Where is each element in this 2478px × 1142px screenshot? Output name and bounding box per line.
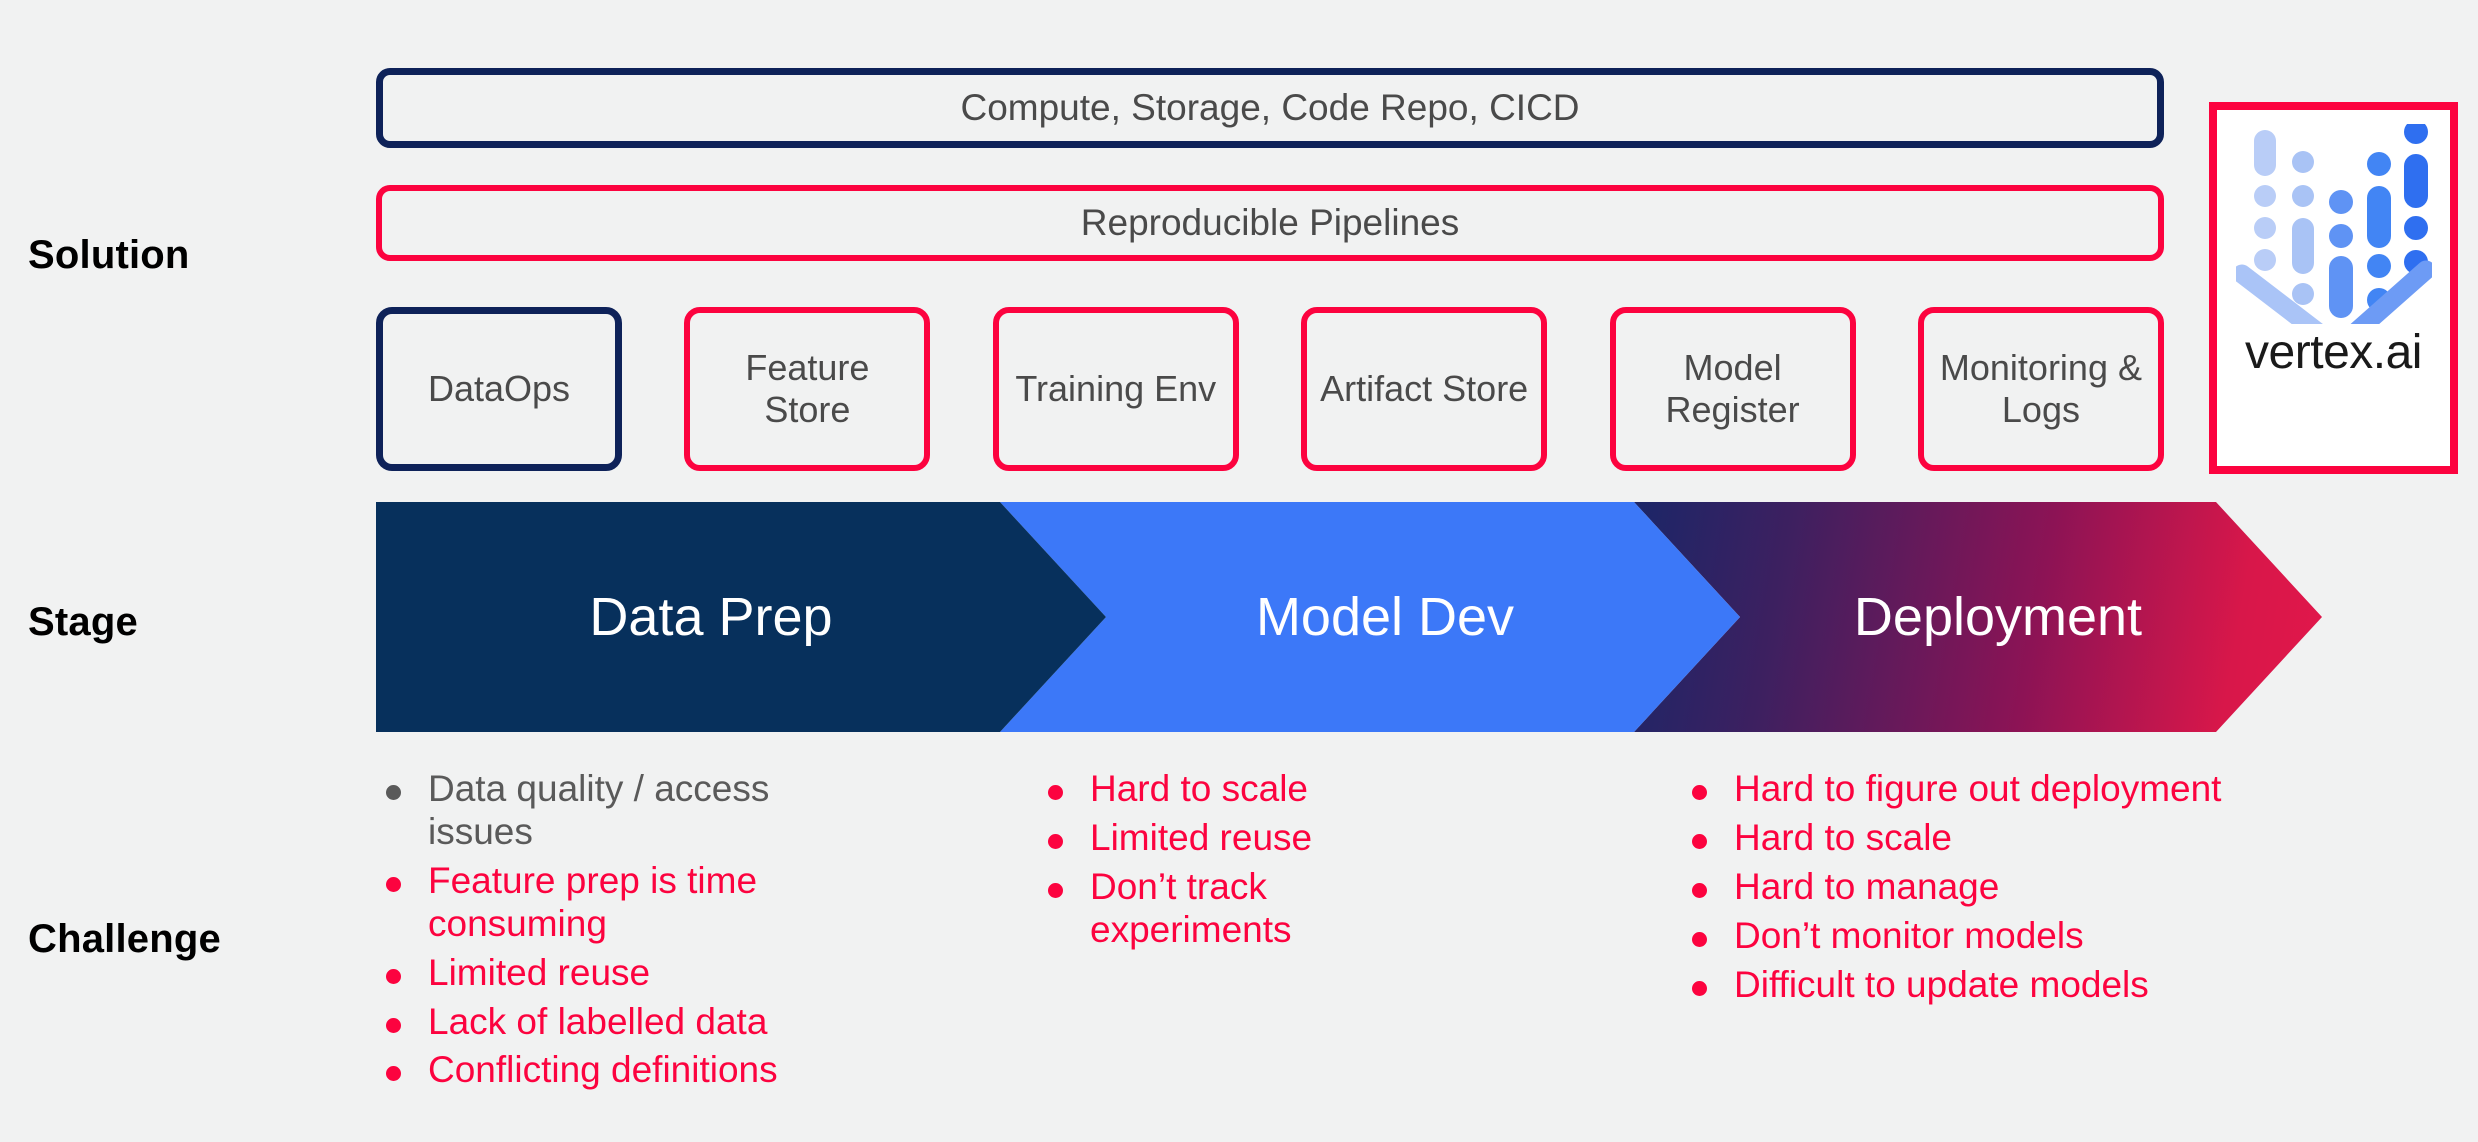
challenge-list: Hard to scale Limited reuse Don’t track … bbox=[1048, 768, 1478, 952]
solution-tile-training-env[interactable]: Training Env bbox=[992, 307, 1239, 471]
solution-tile-monitoring-logs[interactable]: Monitoring & Logs bbox=[1917, 307, 2164, 471]
mlops-lifecycle-slide: Solution Stage Challenge Compute, Storag… bbox=[0, 0, 2478, 1142]
challenge-list: Data quality / access issues Feature pre… bbox=[386, 768, 856, 1092]
bullet-icon bbox=[386, 785, 401, 800]
challenge-item-text: Lack of labelled data bbox=[428, 1000, 768, 1042]
bullet-icon bbox=[1692, 931, 1707, 947]
challenge-item: Limited reuse bbox=[386, 952, 856, 995]
solution-tile-model-register-label: Model Register bbox=[1665, 346, 1800, 430]
challenge-item: Hard to scale bbox=[1048, 768, 1478, 811]
challenge-item: Don’t track experiments bbox=[1048, 866, 1478, 952]
challenge-list: Hard to figure out deployment Hard to sc… bbox=[1692, 768, 2232, 1007]
challenge-item: Difficult to update models bbox=[1692, 964, 2232, 1007]
vertex-ai-wordmark: vertex.ai bbox=[2245, 326, 2422, 379]
solution-banner-infrastructure: Compute, Storage, Code Repo, CICD bbox=[376, 68, 2164, 148]
stage-chevron-data-prep-label: Data Prep bbox=[589, 587, 833, 647]
solution-banner-pipelines: Reproducible Pipelines bbox=[376, 185, 2164, 261]
challenge-item-text: Difficult to update models bbox=[1734, 963, 2149, 1005]
challenge-item: Hard to figure out deployment bbox=[1692, 768, 2232, 811]
challenge-item: Lack of labelled data bbox=[386, 1001, 856, 1044]
solution-tiles: DataOps Feature Store Training Env Artif… bbox=[376, 307, 2164, 471]
solution-tile-feature-store-label: Feature Store bbox=[745, 346, 870, 430]
stage-chevron-model-dev[interactable]: Model Dev bbox=[1000, 502, 1740, 732]
challenge-item-text: Hard to scale bbox=[1734, 816, 1952, 858]
solution-tile-artifact-store[interactable]: Artifact Store bbox=[1301, 307, 1548, 471]
stage-chevron-data-prep[interactable]: Data Prep bbox=[376, 502, 1106, 732]
bullet-icon bbox=[1048, 785, 1063, 800]
row-label-challenge: Challenge bbox=[28, 917, 221, 961]
challenge-item-text: Hard to scale bbox=[1090, 768, 1308, 809]
solution-tile-training-env-label: Training Env bbox=[1015, 367, 1217, 409]
vertex-ai-card: vertex.ai bbox=[2209, 102, 2458, 474]
challenge-item-text: Limited reuse bbox=[428, 951, 651, 993]
challenge-item: Don’t monitor models bbox=[1692, 915, 2232, 958]
challenge-item: Conflicting definitions bbox=[386, 1049, 856, 1092]
challenge-item: Hard to scale bbox=[1692, 817, 2232, 860]
challenge-item-text: Don’t monitor models bbox=[1734, 914, 2084, 956]
challenge-item-text: Conflicting definitions bbox=[428, 1049, 778, 1091]
vertex-ai-logo-icon bbox=[2232, 120, 2435, 376]
row-label-solution: Solution bbox=[28, 233, 190, 277]
bullet-icon bbox=[1692, 882, 1707, 898]
solution-tile-monitoring-logs-label: Monitoring & Logs bbox=[1939, 346, 2142, 430]
stage-chevron-band: Data Prep Model Dev Deployment bbox=[376, 502, 2322, 732]
challenge-item-text: Hard to manage bbox=[1734, 865, 2000, 907]
challenge-item-text: Hard to figure out deployment bbox=[1734, 768, 2222, 809]
bullet-icon bbox=[1048, 833, 1063, 849]
challenge-item-text: Feature prep is time consuming bbox=[428, 859, 758, 944]
solution-banner-infrastructure-label: Compute, Storage, Code Repo, CICD bbox=[960, 87, 1580, 128]
challenge-column-data-prep: Data quality / access issues Feature pre… bbox=[386, 768, 856, 1098]
bullet-icon bbox=[1692, 980, 1707, 996]
bullet-icon bbox=[1692, 833, 1707, 849]
challenge-item-text: Data quality / access issues bbox=[428, 768, 770, 852]
challenge-item: Hard to manage bbox=[1692, 866, 2232, 909]
solution-tile-feature-store[interactable]: Feature Store bbox=[684, 307, 931, 471]
stage-chevron-deployment-label: Deployment bbox=[1853, 587, 2143, 647]
challenge-column-deployment: Hard to figure out deployment Hard to sc… bbox=[1692, 768, 2232, 1013]
challenge-item-text: Limited reuse bbox=[1090, 816, 1313, 858]
solution-tile-dataops-label: DataOps bbox=[427, 367, 571, 409]
bullet-icon bbox=[386, 1017, 401, 1033]
bullet-icon bbox=[386, 876, 401, 892]
challenge-item: Data quality / access issues bbox=[386, 768, 856, 854]
challenge-column-model-dev: Hard to scale Limited reuse Don’t track … bbox=[1048, 768, 1478, 958]
stage-chevron-model-dev-label: Model Dev bbox=[1255, 587, 1515, 647]
bullet-icon bbox=[386, 968, 401, 984]
bullet-icon bbox=[1048, 882, 1063, 898]
solution-tile-artifact-store-label: Artifact Store bbox=[1320, 367, 1529, 409]
solution-banner-pipelines-label: Reproducible Pipelines bbox=[1080, 202, 1460, 243]
solution-tile-model-register[interactable]: Model Register bbox=[1609, 307, 1856, 471]
challenge-item: Limited reuse bbox=[1048, 817, 1478, 860]
bullet-icon bbox=[386, 1066, 401, 1082]
challenge-item: Feature prep is time consuming bbox=[386, 860, 856, 946]
row-label-stage: Stage bbox=[28, 600, 138, 644]
challenge-item-text: Don’t track experiments bbox=[1090, 865, 1292, 950]
bullet-icon bbox=[1692, 785, 1707, 800]
solution-tile-dataops[interactable]: DataOps bbox=[376, 307, 622, 471]
